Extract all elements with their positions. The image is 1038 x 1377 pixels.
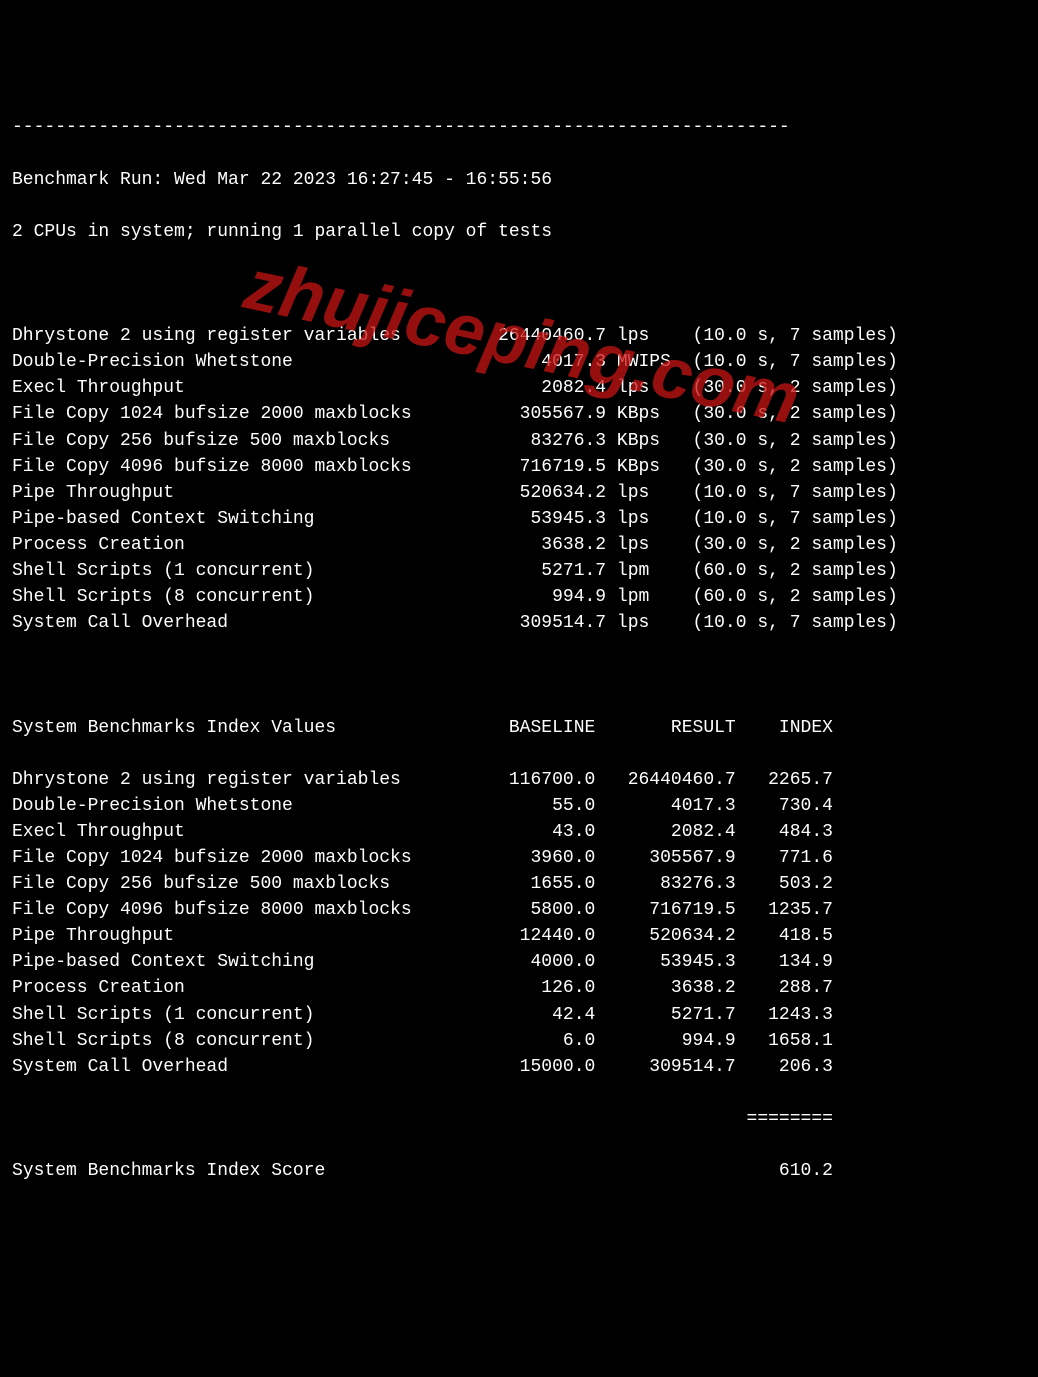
separator-line: ----------------------------------------… — [12, 114, 1026, 140]
index-header-line: System Benchmarks Index Values BASELINE … — [12, 715, 1026, 741]
index-block: Dhrystone 2 using register variables 116… — [12, 767, 1026, 1080]
tests-block: Dhrystone 2 using register variables 264… — [12, 323, 1026, 636]
cpu-info-line: 2 CPUs in system; running 1 parallel cop… — [12, 219, 1026, 245]
benchmark-run-line: Benchmark Run: Wed Mar 22 2023 16:27:45 … — [12, 167, 1026, 193]
score-separator: ======== — [12, 1106, 1026, 1132]
score-line: System Benchmarks Index Score 610.2 — [12, 1158, 1026, 1184]
blank-line — [12, 662, 1026, 688]
blank-line — [12, 271, 1026, 297]
